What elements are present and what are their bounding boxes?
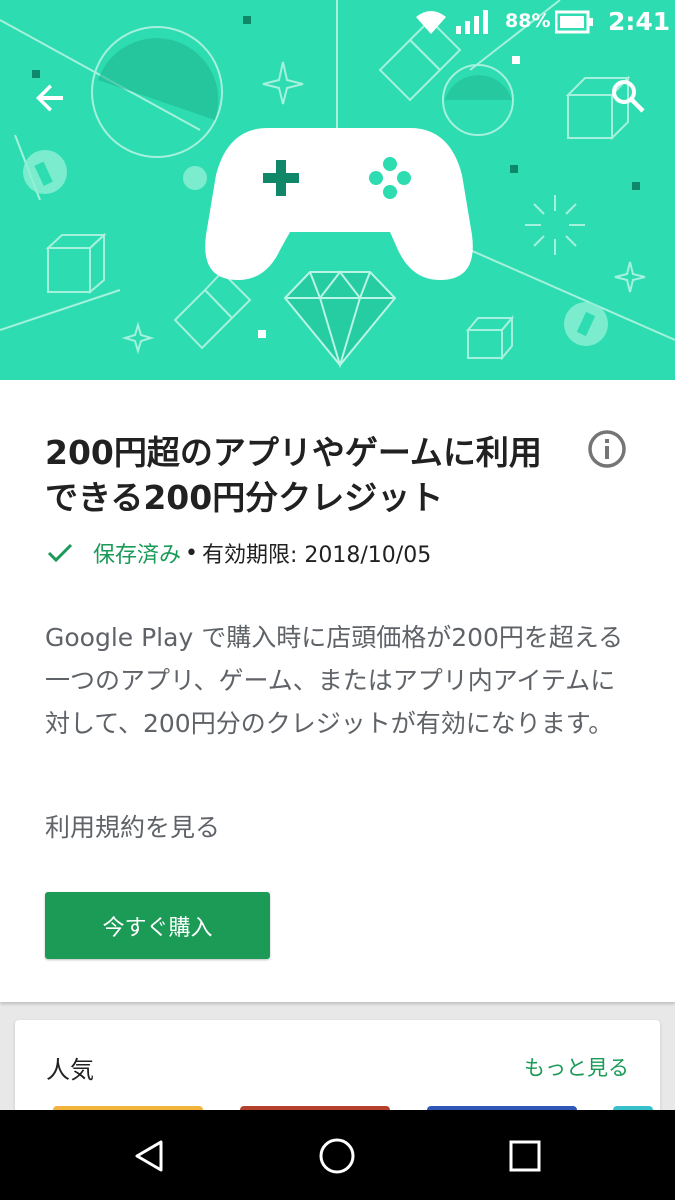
cellular-signal-icon [456,10,488,34]
offer-description: Google Play で購入時に店頭価格が200円を超える一つのアプリ、ゲーム… [45,623,624,738]
promo-banner: 88% 2:41 [0,0,675,380]
expiry-date: 有効期限: 2018/10/05 [202,543,432,568]
offer-title: 200円超のアプリやゲームに利用できる200円分クレジット [45,433,542,517]
wifi-icon [416,11,446,34]
see-more-link[interactable]: もっと見る [524,1052,629,1082]
square-recents-icon [509,1140,541,1172]
battery-percent: 88% [505,10,551,32]
system-nav-bar [0,1110,675,1200]
saved-status-row: 保存済み • 有効期限: 2018/10/05 [45,535,431,571]
info-button[interactable] [586,428,628,470]
terms-link[interactable]: 利用規約を見る [45,808,220,844]
circle-home-icon [319,1138,355,1174]
battery-icon [555,10,593,34]
offer-card: 200円超のアプリやゲームに利用できる200円分クレジット 保存済み • 有効期… [0,380,675,1002]
saved-label: 保存済み [93,543,182,568]
separator-dot: • [185,540,198,566]
triangle-back-icon [135,1140,163,1172]
nav-back-button[interactable] [122,1128,178,1184]
status-time: 2:41 [608,7,671,36]
section-heading: 人気 [46,1056,94,1084]
back-button[interactable] [24,72,76,124]
arrow-back-icon [36,84,63,112]
search-icon [612,80,645,113]
nav-home-button[interactable] [309,1128,365,1184]
status-bar: 88% 2:41 [0,0,675,48]
info-icon [588,430,626,468]
nav-recents-button[interactable] [497,1128,553,1184]
buy-now-button[interactable]: 今すぐ購入 [45,892,270,959]
search-button[interactable] [602,70,654,122]
check-icon [47,543,73,563]
game-controller-illustration [0,0,675,369]
